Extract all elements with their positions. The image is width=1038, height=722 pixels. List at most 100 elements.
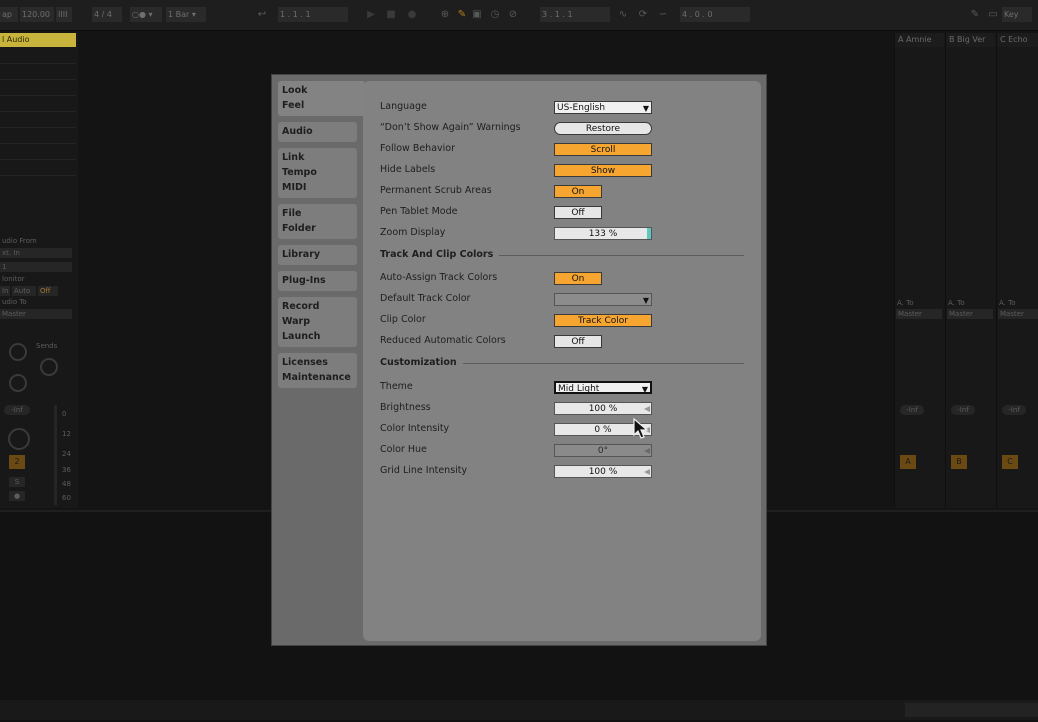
output-dropdown[interactable]: Master (0, 309, 72, 319)
color-hue-slider[interactable]: 0° (554, 444, 652, 457)
track-title[interactable]: l Audio (0, 33, 76, 47)
nav-item-feel[interactable]: Feel (282, 98, 364, 113)
nav-tab-audio[interactable]: Audio (278, 122, 357, 142)
follow-icon[interactable]: ↩ (255, 7, 269, 22)
time-signature-field[interactable]: 4 / 4 (92, 7, 122, 22)
auto-assign-toggle[interactable]: On (554, 272, 602, 285)
nav-tab-plug-ins[interactable]: Plug-Ins (278, 271, 357, 291)
nav-tab-licenses-maintenance[interactable]: Licenses Maintenance (278, 353, 357, 388)
back-to-arrangement-icon[interactable]: ⊘ (506, 7, 520, 22)
nav-item-launch[interactable]: Launch (282, 329, 357, 344)
return-c-volume[interactable]: -Inf (1002, 405, 1026, 415)
nav-item-file[interactable]: File (282, 206, 357, 221)
loop-start-field[interactable]: 3 . 1 . 1 (540, 7, 610, 22)
nav-tab-record-warp-launch[interactable]: Record Warp Launch (278, 297, 357, 347)
return-a-output-dropdown[interactable]: Master (896, 309, 942, 319)
nav-item-licenses[interactable]: Licenses (282, 355, 357, 370)
nav-item-warp[interactable]: Warp (282, 314, 357, 329)
input-type-dropdown[interactable]: xt. In (0, 248, 72, 258)
input-channel-dropdown[interactable]: 1 (0, 262, 72, 272)
pen-tablet-toggle[interactable]: Off (554, 206, 602, 219)
return-b-volume[interactable]: -Inf (951, 405, 975, 415)
nav-tab-link-tempo-midi[interactable]: Link Tempo MIDI (278, 148, 357, 198)
return-c-output-dropdown[interactable]: Master (998, 309, 1038, 319)
nav-item-audio[interactable]: Audio (282, 124, 357, 139)
return-track-b-title[interactable]: B Big Ver (946, 33, 995, 47)
nav-item-link[interactable]: Link (282, 150, 357, 165)
nav-item-look[interactable]: Look (282, 83, 364, 98)
hide-labels-toggle[interactable]: Show (554, 164, 652, 177)
clip-slot[interactable] (0, 65, 76, 80)
clip-slot[interactable] (0, 97, 76, 112)
send-c-knob[interactable] (9, 374, 27, 392)
follow-behavior-toggle[interactable]: Scroll (554, 143, 652, 156)
nav-item-plug-ins[interactable]: Plug-Ins (282, 273, 357, 288)
punch-in-icon[interactable]: ∿ (616, 7, 630, 22)
monitor-in-button[interactable]: In (0, 286, 10, 296)
capture-icon[interactable]: ◷ (488, 7, 502, 22)
automation-arm-icon[interactable]: ✎ (455, 7, 469, 22)
clip-slot[interactable] (0, 113, 76, 128)
reduced-colors-toggle[interactable]: Off (554, 335, 602, 348)
scrub-areas-toggle[interactable]: On (554, 185, 602, 198)
tempo-field[interactable]: 120.00 (20, 7, 54, 22)
loop-length-field[interactable]: 4 . 0 . 0 (680, 7, 750, 22)
punch-out-icon[interactable]: ∽ (656, 7, 670, 22)
clip-slot[interactable] (0, 81, 76, 96)
volume-field[interactable]: -Inf (4, 405, 30, 415)
restore-warnings-button[interactable]: Restore (554, 122, 652, 135)
color-hue-value: 0° (597, 446, 609, 456)
brightness-slider[interactable]: 100 % (554, 402, 652, 415)
zoom-fill (647, 228, 651, 239)
return-b-activator[interactable]: B (951, 455, 967, 469)
send-a-knob[interactable] (9, 343, 27, 361)
return-b-output-dropdown[interactable]: Master (947, 309, 993, 319)
nav-tab-library[interactable]: Library (278, 245, 357, 265)
clip-slot[interactable] (0, 145, 76, 160)
stop-icon[interactable]: ■ (384, 7, 398, 22)
return-track-a-title[interactable]: A Amnie (895, 33, 944, 47)
monitor-off-button[interactable]: Off (38, 286, 58, 296)
nav-item-maintenance[interactable]: Maintenance (282, 370, 357, 385)
clip-slot[interactable] (0, 49, 76, 64)
loop-switch-icon[interactable]: ⟳ (636, 7, 650, 22)
clip-color-toggle[interactable]: Track Color (554, 314, 652, 327)
arm-button[interactable]: ● (9, 491, 25, 501)
draw-mode-icon[interactable]: ✎ (968, 7, 982, 22)
record-icon[interactable]: ● (405, 7, 419, 22)
clip-slot[interactable] (0, 161, 76, 176)
nav-item-tempo[interactable]: Tempo (282, 165, 357, 180)
key-map-button[interactable]: Key (1002, 7, 1032, 22)
nav-item-midi[interactable]: MIDI (282, 180, 357, 195)
monitor-auto-button[interactable]: Auto (12, 286, 36, 296)
default-track-color-dropdown[interactable]: ▼ (554, 293, 652, 306)
grid-intensity-slider[interactable]: 100 % (554, 465, 652, 478)
nav-tab-file-folder[interactable]: File Folder (278, 204, 357, 239)
color-intensity-row: Color Intensity 0 % (380, 421, 750, 437)
overdub-icon[interactable]: ⊕ (438, 7, 452, 22)
clip-slot[interactable] (0, 129, 76, 144)
metronome-icon[interactable]: IIII (56, 7, 72, 22)
nav-item-folder[interactable]: Folder (282, 221, 357, 236)
arrangement-position-field[interactable]: 1 . 1 . 1 (278, 7, 348, 22)
track-activator-button[interactable]: 2 (9, 455, 25, 469)
nav-item-library[interactable]: Library (282, 247, 357, 262)
computer-midi-keyboard-icon[interactable]: ▭ (986, 7, 1000, 22)
tap-tempo-button[interactable]: ap (0, 7, 18, 22)
quantization-dropdown[interactable]: 1 Bar ▾ (166, 7, 206, 22)
play-icon[interactable]: ▶ (364, 7, 378, 22)
send-b-knob[interactable] (40, 358, 58, 376)
theme-dropdown[interactable]: Mid Light ▼ (554, 381, 652, 394)
nav-tab-look-feel[interactable]: Look Feel (278, 81, 364, 116)
language-dropdown[interactable]: US-English ▼ (554, 101, 652, 114)
pan-knob[interactable] (8, 428, 30, 450)
solo-button[interactable]: S (9, 477, 25, 487)
zoom-display-slider[interactable]: 133 % (554, 227, 652, 240)
return-c-activator[interactable]: C (1002, 455, 1018, 469)
return-a-volume[interactable]: -Inf (900, 405, 924, 415)
session-record-icon[interactable]: ▣ (470, 7, 484, 22)
nav-item-record[interactable]: Record (282, 299, 357, 314)
return-track-c-title[interactable]: C Echo (997, 33, 1038, 47)
return-a-activator[interactable]: A (900, 455, 916, 469)
midi-monitor-button[interactable]: ○● ▾ (130, 7, 162, 22)
